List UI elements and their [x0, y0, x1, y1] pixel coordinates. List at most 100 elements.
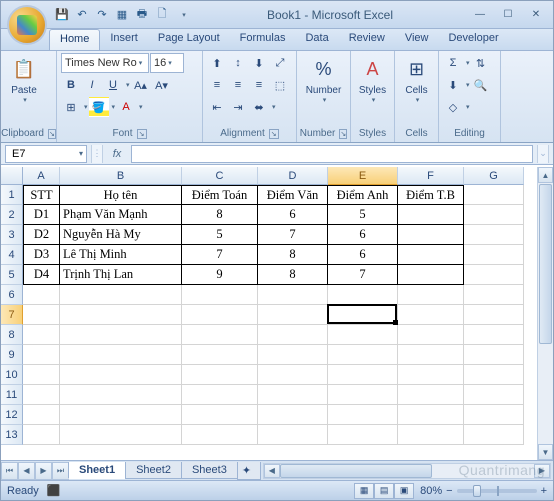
find-icon[interactable]: 🔍: [471, 75, 491, 95]
cell-B5[interactable]: Trịnh Thị Lan: [60, 265, 182, 285]
row-header-8[interactable]: 8: [1, 325, 23, 345]
last-sheet-icon[interactable]: ⏭: [52, 462, 69, 480]
align-middle-icon[interactable]: ↕: [228, 53, 248, 73]
clipboard-launcher[interactable]: ↘: [48, 129, 56, 139]
italic-button[interactable]: I: [82, 75, 102, 95]
sheet-tab-3[interactable]: Sheet3: [181, 462, 238, 479]
cell-C1[interactable]: Điểm Toán: [182, 185, 258, 205]
sheet-tab-1[interactable]: Sheet1: [68, 462, 126, 479]
cell-E7[interactable]: [328, 305, 398, 325]
cell-C13[interactable]: [182, 425, 258, 445]
cell-B11[interactable]: [60, 385, 182, 405]
cell-D2[interactable]: 6: [258, 205, 328, 225]
tab-formulas[interactable]: Formulas: [230, 29, 296, 50]
number-format-button[interactable]: %Number▾: [300, 53, 348, 106]
row-header-5[interactable]: 5: [1, 265, 23, 285]
cell-E4[interactable]: 6: [328, 245, 398, 265]
cell-E10[interactable]: [328, 365, 398, 385]
cell-F7[interactable]: [398, 305, 464, 325]
prev-sheet-icon[interactable]: ◀: [18, 462, 35, 480]
row-header-1[interactable]: 1: [1, 185, 23, 205]
font-size-combo[interactable]: 16▾: [150, 53, 184, 73]
zoom-slider[interactable]: [457, 489, 537, 493]
styles-button[interactable]: AStyles▾: [355, 53, 390, 106]
preview-icon[interactable]: 🗋: [153, 6, 171, 24]
tab-review[interactable]: Review: [339, 29, 395, 50]
cell-B4[interactable]: Lê Thị Minh: [60, 245, 182, 265]
normal-view-icon[interactable]: ▦: [354, 483, 374, 499]
cell-C8[interactable]: [182, 325, 258, 345]
align-right-icon[interactable]: ≡: [249, 75, 269, 95]
cell-E1[interactable]: Điểm Anh: [328, 185, 398, 205]
cell-F6[interactable]: [398, 285, 464, 305]
formula-input[interactable]: [131, 145, 533, 163]
select-all-corner[interactable]: [1, 167, 23, 185]
sort-filter-icon[interactable]: ⇅: [471, 53, 491, 73]
cell-G5[interactable]: [464, 265, 524, 285]
cell-C5[interactable]: 9: [182, 265, 258, 285]
cell-E3[interactable]: 6: [328, 225, 398, 245]
cell-F2[interactable]: [398, 205, 464, 225]
tab-developer[interactable]: Developer: [438, 29, 508, 50]
number-launcher[interactable]: ↘: [339, 129, 347, 139]
cell-F4[interactable]: [398, 245, 464, 265]
close-button[interactable]: ✕: [523, 7, 549, 23]
wrap-text-icon[interactable]: ⬚: [270, 75, 290, 95]
align-bottom-icon[interactable]: ⬇: [249, 53, 269, 73]
cell-A7[interactable]: [23, 305, 60, 325]
shrink-font-icon[interactable]: A▾: [152, 75, 172, 95]
qat-customize-icon[interactable]: ▾: [175, 6, 193, 24]
autosum-icon[interactable]: Σ: [443, 53, 463, 73]
tab-view[interactable]: View: [395, 29, 439, 50]
scroll-right-icon[interactable]: ▶: [534, 464, 550, 478]
alignment-launcher[interactable]: ↘: [269, 129, 279, 139]
cell-B3[interactable]: Nguyễn Hà My: [60, 225, 182, 245]
cell-F3[interactable]: [398, 225, 464, 245]
cell-A1[interactable]: STT: [23, 185, 60, 205]
cell-C12[interactable]: [182, 405, 258, 425]
fbar-expand[interactable]: ⌄: [537, 145, 549, 163]
maximize-button[interactable]: ☐: [495, 7, 521, 23]
cell-E12[interactable]: [328, 405, 398, 425]
paste-button[interactable]: 📋Paste▾: [5, 53, 43, 106]
cell-F11[interactable]: [398, 385, 464, 405]
cell-C11[interactable]: [182, 385, 258, 405]
cell-A6[interactable]: [23, 285, 60, 305]
cell-B6[interactable]: [60, 285, 182, 305]
borders-icon[interactable]: ⊞: [61, 97, 81, 117]
cell-G10[interactable]: [464, 365, 524, 385]
cell-C4[interactable]: 7: [182, 245, 258, 265]
vscroll-thumb[interactable]: [539, 184, 552, 344]
undo-icon[interactable]: ↶: [73, 6, 91, 24]
tab-insert[interactable]: Insert: [100, 29, 148, 50]
hscroll-thumb[interactable]: [280, 464, 433, 478]
scroll-down-icon[interactable]: ▼: [538, 444, 553, 460]
cell-A4[interactable]: D3: [23, 245, 60, 265]
cell-G13[interactable]: [464, 425, 524, 445]
first-sheet-icon[interactable]: ⏮: [1, 462, 18, 480]
cell-G9[interactable]: [464, 345, 524, 365]
cell-B9[interactable]: [60, 345, 182, 365]
cell-D13[interactable]: [258, 425, 328, 445]
col-header-G[interactable]: G: [464, 167, 524, 185]
cell-B13[interactable]: [60, 425, 182, 445]
cell-A10[interactable]: [23, 365, 60, 385]
row-header-6[interactable]: 6: [1, 285, 23, 305]
zoom-out-icon[interactable]: −: [446, 485, 452, 497]
row-header-11[interactable]: 11: [1, 385, 23, 405]
row-header-3[interactable]: 3: [1, 225, 23, 245]
row-header-10[interactable]: 10: [1, 365, 23, 385]
col-header-D[interactable]: D: [258, 167, 328, 185]
cell-D7[interactable]: [258, 305, 328, 325]
cell-B10[interactable]: [60, 365, 182, 385]
tab-home[interactable]: Home: [49, 29, 100, 50]
font-launcher[interactable]: ↘: [137, 129, 147, 139]
cell-C9[interactable]: [182, 345, 258, 365]
sheet-tab-2[interactable]: Sheet2: [125, 462, 182, 479]
cell-G11[interactable]: [464, 385, 524, 405]
scroll-left-icon[interactable]: ◀: [264, 464, 280, 478]
cell-D1[interactable]: Điểm Văn: [258, 185, 328, 205]
font-color-icon[interactable]: A: [116, 97, 136, 117]
align-center-icon[interactable]: ≡: [228, 75, 248, 95]
cell-F1[interactable]: Điểm T.B: [398, 185, 464, 205]
